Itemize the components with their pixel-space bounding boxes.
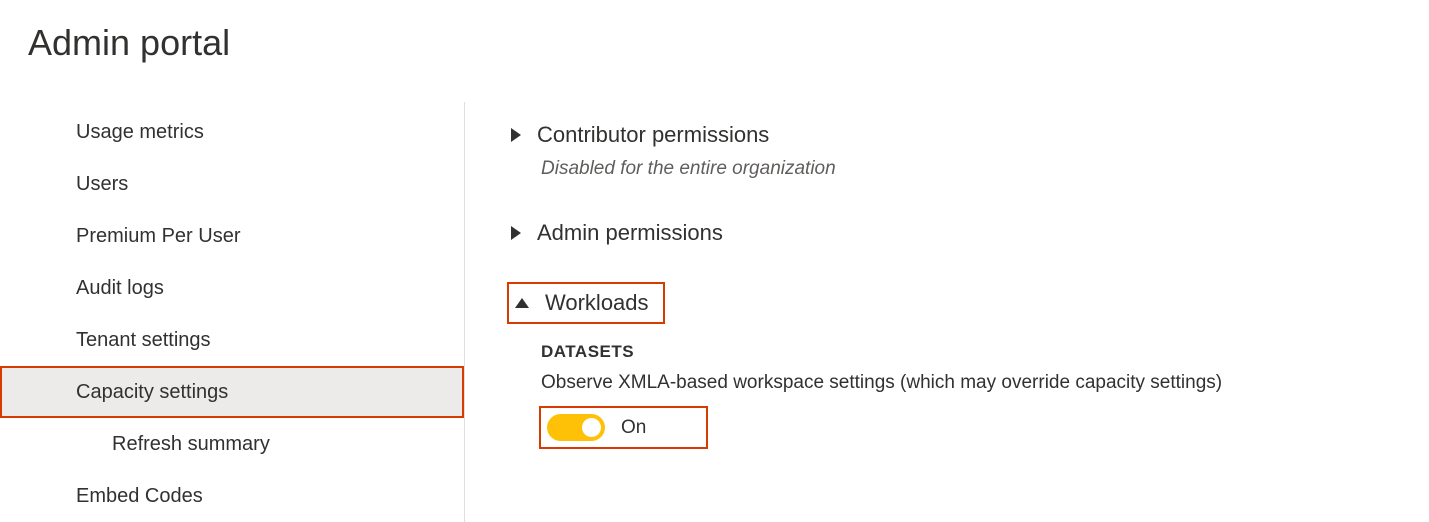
toggle-state-label: On <box>621 417 646 439</box>
workloads-body: DATASETS Observe XMLA-based workspace se… <box>541 342 1429 447</box>
sidebar-item-users[interactable]: Users <box>0 158 464 210</box>
section-title: Admin permissions <box>537 220 723 246</box>
section-workloads: Workloads DATASETS Observe XMLA-based wo… <box>511 286 1429 447</box>
setting-description: Observe XMLA-based workspace settings (w… <box>541 372 1429 394</box>
triangle-right-icon <box>511 226 521 240</box>
main-panel: Contributor permissions Disabled for the… <box>465 102 1429 522</box>
section-subtext: Disabled for the entire organization <box>541 158 1429 180</box>
section-header-workloads[interactable]: Workloads <box>511 286 661 320</box>
sidebar-item-capacity-settings[interactable]: Capacity settings <box>0 366 464 418</box>
triangle-up-icon <box>515 298 529 308</box>
xmla-toggle-row: On <box>541 408 706 447</box>
toggle-knob <box>582 418 601 437</box>
section-admin-permissions: Admin permissions <box>511 216 1429 250</box>
sidebar-item-premium-per-user[interactable]: Premium Per User <box>0 210 464 262</box>
section-header-admin[interactable]: Admin permissions <box>511 216 1429 250</box>
group-label-datasets: DATASETS <box>541 342 1429 362</box>
sidebar-item-embed-codes[interactable]: Embed Codes <box>0 470 464 522</box>
page-title: Admin portal <box>0 0 1429 64</box>
triangle-right-icon <box>511 128 521 142</box>
section-header-contributor[interactable]: Contributor permissions <box>511 118 1429 152</box>
sidebar-item-tenant-settings[interactable]: Tenant settings <box>0 314 464 366</box>
xmla-toggle[interactable] <box>547 414 605 441</box>
section-contributor-permissions: Contributor permissions Disabled for the… <box>511 118 1429 180</box>
sidebar-item-refresh-summary[interactable]: Refresh summary <box>0 418 464 470</box>
sidebar-nav: Usage metrics Users Premium Per User Aud… <box>0 102 465 522</box>
sidebar-item-usage-metrics[interactable]: Usage metrics <box>0 106 464 158</box>
sidebar-item-audit-logs[interactable]: Audit logs <box>0 262 464 314</box>
section-title: Workloads <box>545 290 649 316</box>
section-title: Contributor permissions <box>537 122 769 148</box>
